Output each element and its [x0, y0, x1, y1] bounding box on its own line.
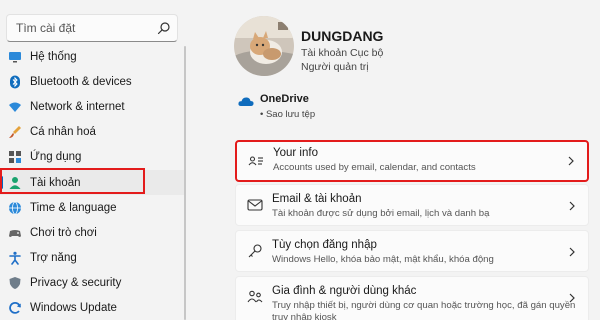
sidebar: Hệ thống Bluetooth & devices Network & i… — [0, 0, 190, 320]
system-icon — [8, 50, 22, 64]
account-role: Người quản trị — [301, 61, 369, 73]
onedrive-status-text: Sao lưu tệp — [265, 109, 316, 120]
onedrive-status: • Sao lưu tệp — [260, 109, 316, 120]
sidebar-item-accessibility[interactable]: Trợ năng — [0, 246, 184, 271]
sidebar-item-gaming[interactable]: Chơi trò chơi — [0, 220, 184, 245]
sidebar-item-accounts[interactable]: Tài khoản — [0, 169, 184, 196]
contact-card-icon — [248, 156, 263, 166]
sidebar-item-label: Chơi trò chơi — [30, 226, 97, 239]
card-title: Tùy chọn đăng nhập — [272, 239, 377, 251]
card-title: Gia đình & người dùng khác — [272, 285, 417, 297]
card-description: Truy nhập thiết bị, người dùng cơ quan h… — [272, 300, 576, 311]
sidebar-item-label: Network & internet — [30, 100, 125, 113]
sidebar-scrollbar[interactable] — [184, 46, 186, 320]
shield-icon — [8, 276, 22, 290]
your-info-card[interactable]: Your info Accounts used by email, calend… — [235, 140, 589, 182]
sidebar-item-bluetooth[interactable]: Bluetooth & devices — [0, 69, 184, 94]
family-other-users-card[interactable]: Gia đình & người dùng khác Truy nhập thi… — [235, 276, 589, 320]
avatar[interactable] — [234, 16, 294, 76]
sidebar-item-label: Privacy & security — [30, 277, 122, 290]
account-type: Tài khoản Cục bộ — [301, 47, 384, 59]
apps-icon — [8, 150, 22, 164]
sidebar-nav: Hệ thống Bluetooth & devices Network & i… — [0, 44, 184, 320]
card-description: Tài khoản được sử dụng bởi email, lịch v… — [272, 208, 490, 219]
chevron-right-icon — [569, 201, 575, 211]
sidebar-item-label: Trợ năng — [30, 252, 77, 265]
mail-icon — [247, 199, 263, 211]
sidebar-item-label: Cá nhân hoá — [30, 126, 96, 139]
sidebar-item-personalization[interactable]: Cá nhân hoá — [0, 120, 184, 145]
key-icon — [248, 244, 262, 258]
bluetooth-icon — [8, 75, 22, 89]
sidebar-item-network[interactable]: Network & internet — [0, 94, 184, 119]
chevron-right-icon — [569, 247, 575, 257]
windows-update-icon — [8, 301, 22, 315]
sidebar-item-label: Windows Update — [30, 302, 117, 315]
search-input[interactable] — [7, 15, 157, 41]
main-content: DUNGDANG Tài khoản Cục bộ Người quản trị… — [196, 0, 600, 320]
family-icon — [247, 290, 263, 303]
search-icon[interactable] — [157, 21, 171, 35]
sidebar-item-label: Ứng dụng — [30, 151, 82, 164]
person-icon — [8, 176, 22, 190]
gaming-icon — [8, 226, 22, 240]
sidebar-item-privacy[interactable]: Privacy & security — [0, 271, 184, 296]
sidebar-item-label: Hệ thống — [30, 50, 77, 63]
card-description: Accounts used by email, calendar, and co… — [273, 162, 476, 173]
chevron-right-icon — [568, 156, 574, 166]
paint-brush-icon — [8, 125, 22, 139]
sidebar-item-time-language[interactable]: Time & language — [0, 195, 184, 220]
card-description-line2: truy nhập kiosk — [272, 312, 337, 320]
onedrive-title[interactable]: OneDrive — [260, 93, 309, 105]
user-name: DUNGDANG — [301, 28, 384, 44]
chevron-right-icon — [569, 293, 575, 303]
onedrive-icon — [238, 97, 254, 106]
globe-clock-icon — [8, 201, 22, 215]
wifi-icon — [8, 100, 22, 114]
email-accounts-card[interactable]: Email & tài khoản Tài khoản được sử dụng… — [235, 184, 589, 226]
card-description: Windows Hello, khóa bảo mật, mật khẩu, k… — [272, 254, 494, 265]
sign-in-options-card[interactable]: Tùy chọn đăng nhập Windows Hello, khóa b… — [235, 230, 589, 272]
accessibility-icon — [8, 251, 22, 265]
sidebar-item-windows-update[interactable]: Windows Update — [0, 296, 184, 320]
sidebar-item-label: Tài khoản — [30, 176, 81, 189]
sidebar-item-label: Bluetooth & devices — [30, 75, 132, 88]
sidebar-item-apps[interactable]: Ứng dụng — [0, 145, 184, 170]
sidebar-item-system[interactable]: Hệ thống — [0, 44, 184, 69]
card-title: Your info — [273, 147, 318, 159]
card-title: Email & tài khoản — [272, 193, 362, 205]
sidebar-item-label: Time & language — [30, 201, 117, 214]
search-box[interactable] — [6, 14, 178, 42]
